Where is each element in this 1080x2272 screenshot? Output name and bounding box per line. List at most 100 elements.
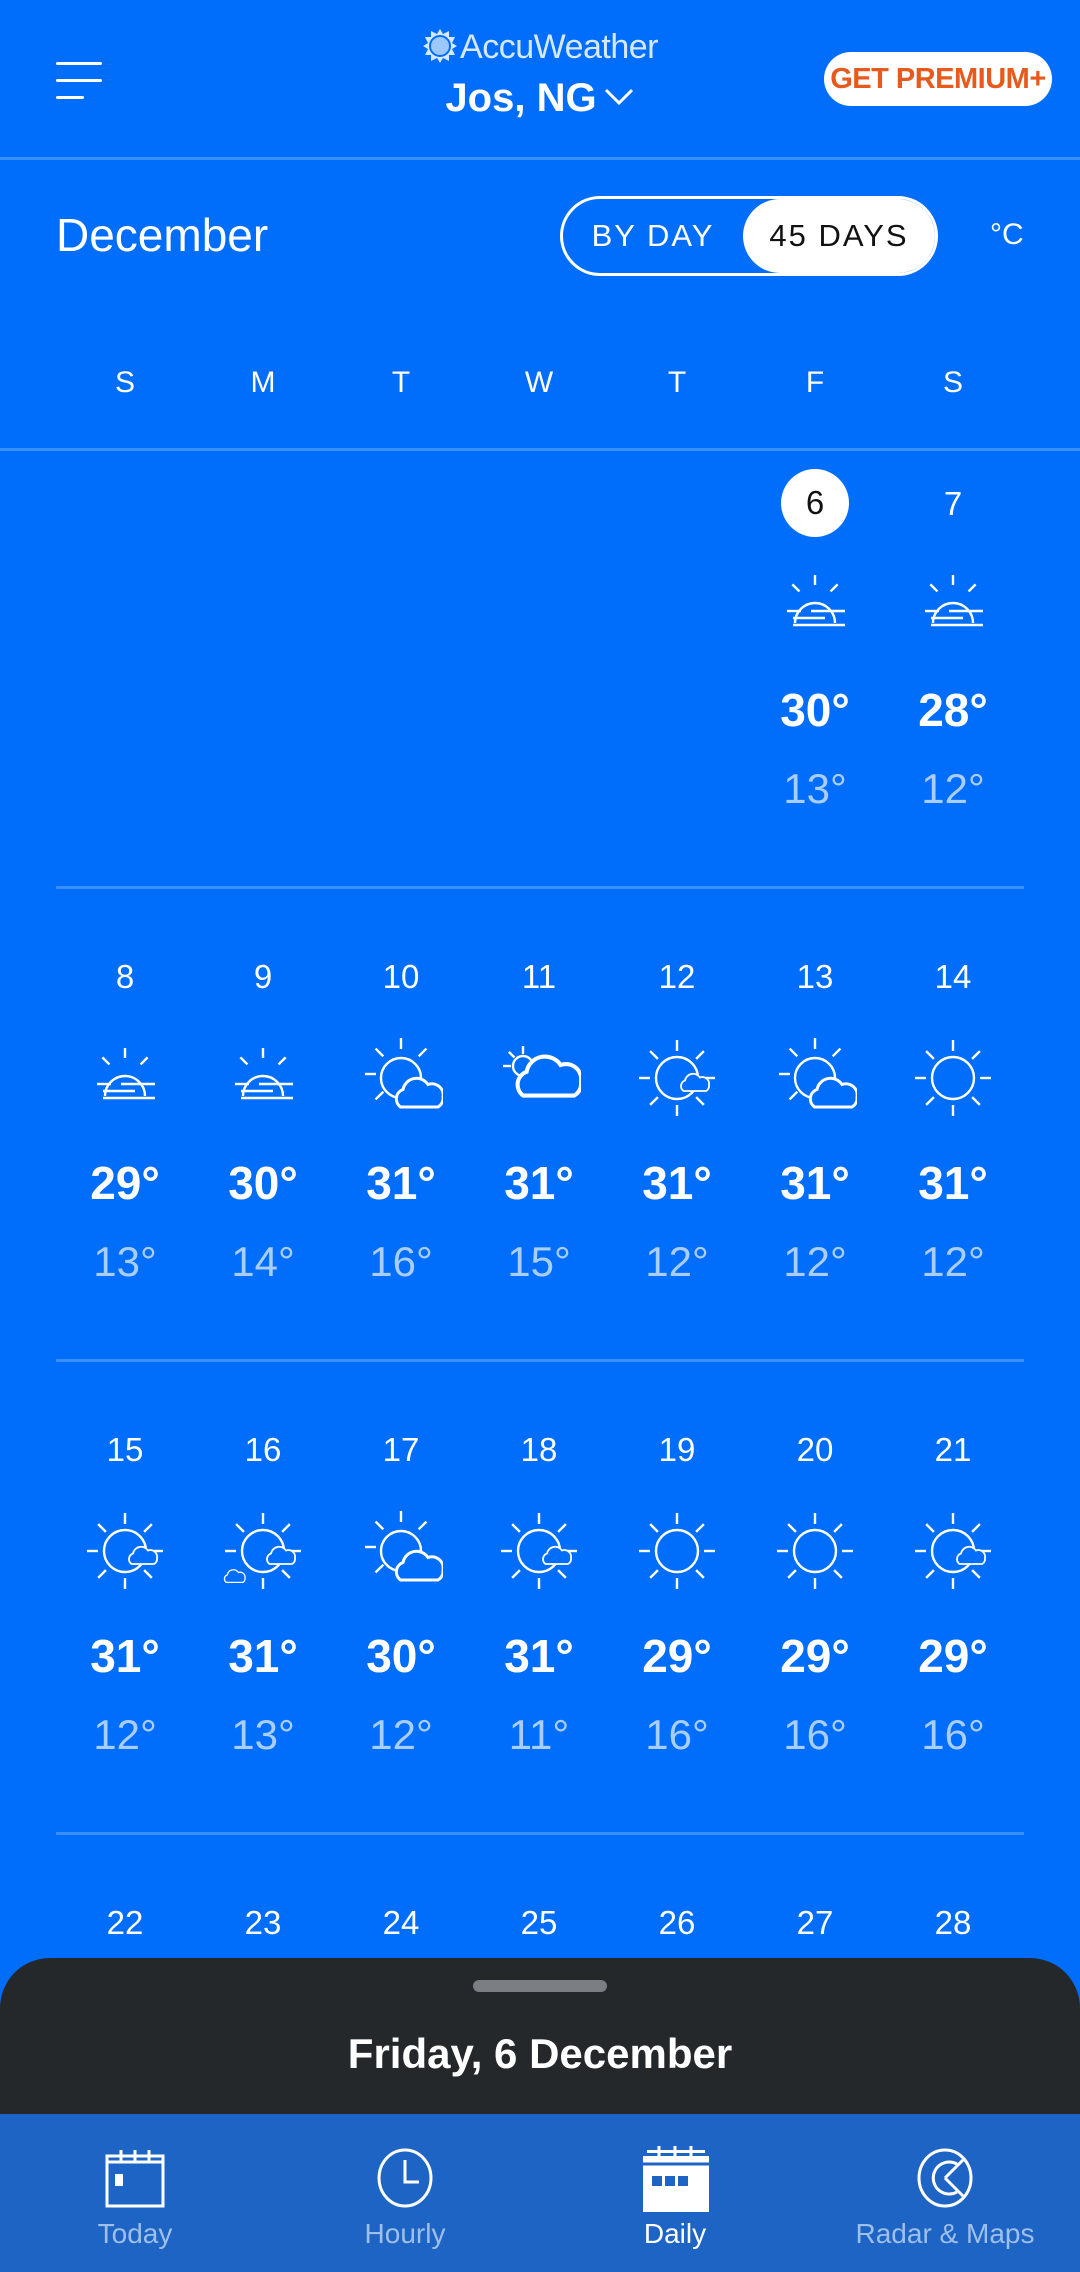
day-cell[interactable]: 13 31° 12°	[746, 946, 884, 1326]
day-cell[interactable]: 15 31° 12°	[56, 1419, 194, 1799]
high-temp: 29°	[642, 1630, 712, 1682]
sun-logo-icon	[422, 28, 458, 73]
partly-sunny-icon	[365, 1038, 443, 1109]
sunny-icon	[915, 1040, 991, 1116]
today-calendar-icon	[105, 2150, 165, 2208]
brand-name: AccuWeather	[460, 28, 658, 66]
day-cell[interactable]: 8 29° 13°	[56, 946, 194, 1326]
toggle-45-days[interactable]: 45 DAYS	[743, 199, 935, 273]
nav-today[interactable]: Today	[0, 2114, 270, 2272]
weekday-label: F	[805, 366, 825, 399]
day-cell[interactable]: 6 30° 13°	[746, 469, 884, 853]
weekday-label: S	[942, 366, 963, 399]
day-number: 19	[658, 1431, 696, 1468]
get-premium-button[interactable]: GET PREMIUM+	[824, 52, 1052, 106]
weekday-label: M	[250, 366, 276, 399]
day-cell[interactable]: 9 30° 14°	[194, 946, 332, 1326]
location-name: Jos, NG	[445, 76, 597, 120]
day-cell[interactable]: 7 28° 12°	[884, 473, 1022, 853]
high-temp: 30°	[780, 684, 850, 736]
day-number: 16	[244, 1431, 282, 1468]
daily-calendar-icon	[643, 2146, 709, 2212]
nav-label: Radar & Maps	[855, 2218, 1035, 2249]
high-temp: 31°	[366, 1157, 436, 1209]
day-number: 27	[796, 1904, 834, 1941]
sheet-drag-handle[interactable]	[473, 1980, 607, 1992]
day-number: 9	[253, 958, 273, 995]
day-cell[interactable]: 12 31° 12°	[608, 946, 746, 1326]
nav-label: Hourly	[364, 2218, 446, 2249]
low-temp: 13°	[93, 1238, 157, 1285]
high-temp: 31°	[504, 1157, 574, 1209]
toggle-by-day[interactable]: BY DAY	[563, 199, 743, 273]
low-temp: 11°	[508, 1711, 570, 1758]
day-cell[interactable]: 21 29° 16°	[884, 1419, 1022, 1799]
week-divider	[56, 1832, 1024, 1835]
day-number: 10	[382, 958, 420, 995]
high-temp: 31°	[504, 1630, 574, 1682]
divider	[0, 157, 1080, 160]
day-number: 17	[382, 1431, 420, 1468]
hazy-sun-icon	[925, 575, 983, 627]
unit-toggle[interactable]: °C	[990, 218, 1024, 252]
high-temp: 29°	[90, 1157, 160, 1209]
low-temp: 16°	[369, 1238, 433, 1285]
view-toggle: BY DAY 45 DAYS	[560, 196, 938, 276]
day-number: 23	[244, 1904, 282, 1941]
low-temp: 16°	[645, 1711, 709, 1758]
day-cell[interactable]: 19 29° 16°	[608, 1419, 746, 1799]
high-temp: 29°	[918, 1630, 988, 1682]
day-cell[interactable]: 11 31° 15°	[470, 946, 608, 1326]
high-temp: 31°	[90, 1630, 160, 1682]
high-temp: 31°	[780, 1157, 850, 1209]
hazy-sun-icon	[787, 575, 845, 627]
high-temp: 31°	[642, 1157, 712, 1209]
day-cell[interactable]: 18 31° 11°	[470, 1419, 608, 1799]
nav-daily[interactable]: Daily	[540, 2114, 810, 2272]
low-temp: 12°	[369, 1711, 433, 1758]
day-number: 24	[382, 1904, 420, 1941]
day-number: 26	[658, 1904, 696, 1941]
day-number: 21	[934, 1431, 972, 1468]
bottom-navigation: Today Hourly Daily Radar & Maps	[0, 2114, 1080, 2272]
mostly-sunny-icon	[915, 1513, 991, 1589]
day-number: 12	[658, 958, 696, 995]
mostly-sunny-icon	[501, 1513, 577, 1589]
chevron-down-icon	[603, 72, 635, 117]
low-temp: 12°	[783, 1238, 847, 1285]
day-number: 11	[521, 958, 557, 995]
high-temp: 28°	[918, 684, 988, 736]
low-temp: 12°	[645, 1238, 709, 1285]
day-cell[interactable]: 20 29° 16°	[746, 1419, 884, 1799]
week-divider	[56, 886, 1024, 889]
low-temp: 12°	[93, 1711, 157, 1758]
low-temp: 16°	[783, 1711, 847, 1758]
week-divider	[56, 1359, 1024, 1362]
nav-radar-maps[interactable]: Radar & Maps	[810, 2114, 1080, 2272]
weekday-label: W	[524, 366, 554, 399]
clock-icon	[377, 2148, 433, 2208]
high-temp: 31°	[228, 1630, 298, 1682]
app-header: AccuWeather Jos, NG GET PREMIUM+	[0, 0, 1080, 158]
low-temp: 12°	[921, 765, 985, 812]
nav-label: Today	[97, 2218, 173, 2249]
sunny-icon	[777, 1513, 853, 1589]
nav-hourly[interactable]: Hourly	[270, 2114, 540, 2272]
sunny-icon	[639, 1513, 715, 1589]
day-cell[interactable]: 17 30° 12°	[332, 1419, 470, 1799]
high-temp: 30°	[228, 1157, 298, 1209]
day-number: 22	[106, 1904, 144, 1941]
day-number: 14	[934, 958, 972, 995]
high-temp: 31°	[918, 1157, 988, 1209]
nav-label: Daily	[643, 2218, 707, 2249]
day-cell[interactable]: 16 31° 13°	[194, 1419, 332, 1799]
day-number: 20	[796, 1431, 834, 1468]
day-cell[interactable]: 14 31° 12°	[884, 946, 1022, 1326]
day-number: 28	[934, 1904, 972, 1941]
day-detail-sheet: Friday, 6 December	[0, 1958, 1080, 2118]
hazy-sun-icon	[97, 1048, 155, 1100]
day-number: 15	[106, 1431, 144, 1468]
low-temp: 15°	[507, 1238, 571, 1285]
day-cell[interactable]: 10 31° 16°	[332, 946, 470, 1326]
hazy-sun-icon	[235, 1048, 293, 1100]
